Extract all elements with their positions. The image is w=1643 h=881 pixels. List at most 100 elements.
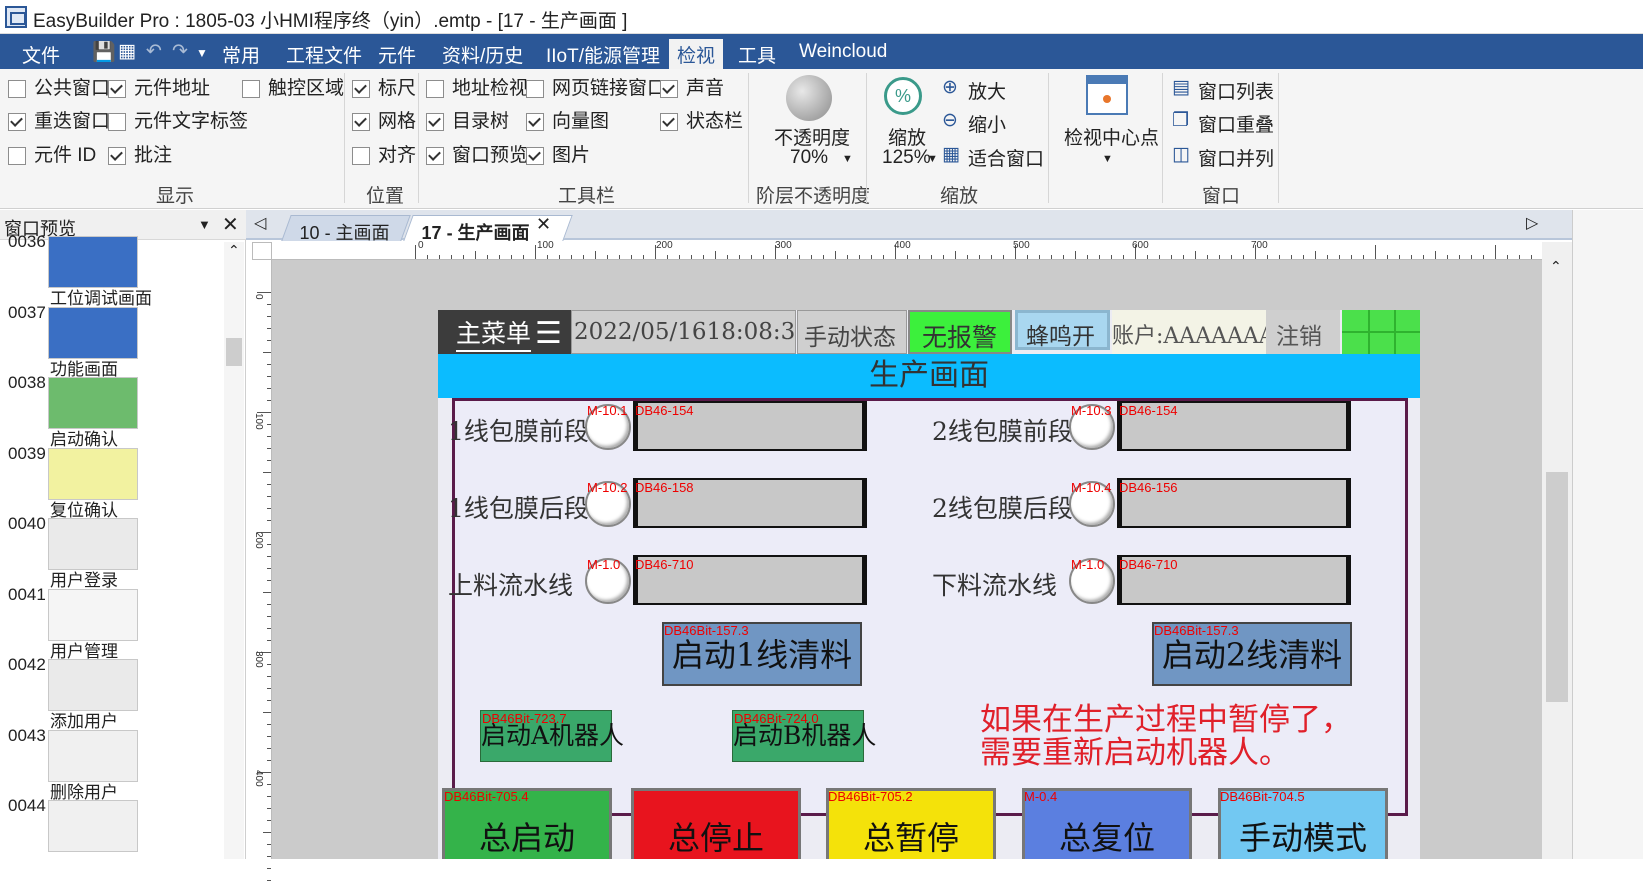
- window-cascade-icon[interactable]: ❐: [1172, 109, 1189, 132]
- preview-item[interactable]: 0044: [0, 794, 220, 868]
- save-icon[interactable]: 💾: [92, 40, 116, 64]
- check-touch-area[interactable]: 触控区域: [242, 77, 344, 103]
- preview-thumbnail[interactable]: [48, 518, 138, 570]
- zoom-out-button[interactable]: 缩小: [968, 110, 1006, 137]
- preview-thumbnail[interactable]: [48, 729, 138, 782]
- tab-scroll-right-icon[interactable]: ▷: [1526, 213, 1538, 233]
- preview-item[interactable]: 0038 启动确认: [0, 371, 220, 449]
- preview-thumbnail[interactable]: [48, 800, 138, 852]
- check-comment[interactable]: 批注: [108, 144, 172, 170]
- quick-access-dropdown-icon[interactable]: ▼: [196, 46, 208, 60]
- menu-view[interactable]: 检视: [669, 39, 724, 69]
- zoom-dropdown-icon[interactable]: ▼: [927, 153, 938, 165]
- window-tile-icon[interactable]: ◫: [1172, 143, 1190, 166]
- preview-thumbnail[interactable]: [48, 377, 138, 429]
- line-name: 2线包膜后段: [932, 494, 1073, 523]
- lamp-address-tag: M-1.0: [1071, 557, 1105, 572]
- canvas-vertical-scrollbar[interactable]: ⌃: [1542, 242, 1572, 859]
- scroll-thumb[interactable]: [1546, 472, 1568, 702]
- check-object-text-label[interactable]: 元件文字标签: [108, 110, 248, 136]
- zoom-out-icon[interactable]: ⊖: [942, 109, 958, 132]
- check-address-view[interactable]: 地址检视: [426, 77, 528, 103]
- scroll-up-icon[interactable]: ⌃: [1550, 258, 1562, 275]
- opacity-value[interactable]: 70%: [790, 147, 828, 169]
- window-cascade-button[interactable]: 窗口重叠: [1198, 110, 1274, 137]
- check-web-link-window[interactable]: 网页链接窗口: [526, 77, 666, 103]
- zoom-value[interactable]: 125%: [882, 147, 931, 169]
- check-directory-tree[interactable]: 目录树: [426, 110, 509, 136]
- menu-object[interactable]: 元件: [370, 39, 424, 67]
- check-common-window[interactable]: 公共窗口: [8, 77, 110, 103]
- menu-data-history[interactable]: 资料/历史: [434, 39, 531, 67]
- redo-icon[interactable]: ↷: [172, 40, 188, 63]
- window-list-button[interactable]: 窗口列表: [1198, 77, 1274, 104]
- preview-item[interactable]: 0037 功能画面: [0, 301, 220, 379]
- preview-thumbnail[interactable]: [48, 447, 138, 500]
- preview-item[interactable]: 0042 添加用户: [0, 653, 220, 731]
- restart-notice: 如果在生产过程中暂停了， 需要重新启动机器人。: [980, 704, 1352, 770]
- check-status-bar[interactable]: 状态栏: [660, 110, 743, 136]
- preview-thumbnail[interactable]: [48, 659, 138, 711]
- group-label-zoom: 缩放: [940, 186, 979, 207]
- zoom-in-button[interactable]: 放大: [968, 77, 1006, 104]
- preview-item[interactable]: 0040 用户登录: [0, 512, 220, 590]
- menu-iiot[interactable]: IIoT/能源管理: [538, 39, 668, 67]
- menu-common[interactable]: 常用: [214, 39, 268, 67]
- menu-project-file[interactable]: 工程文件: [278, 39, 370, 67]
- alarm-status-text: 无报警: [922, 323, 998, 352]
- menu-file[interactable]: 文件: [14, 39, 68, 67]
- fit-window-icon[interactable]: ▦: [942, 143, 960, 166]
- ruler-label: 700: [1251, 240, 1268, 251]
- preview-item-number: 0040: [8, 514, 46, 533]
- preview-item[interactable]: 0039 复位确认: [0, 442, 220, 520]
- fit-window-button[interactable]: 适合窗口: [968, 144, 1044, 171]
- check-overlap-window[interactable]: 重迭窗口: [8, 110, 110, 136]
- robot-b-address-tag: DB46Bit-724.0: [734, 711, 819, 726]
- robot-a-address-tag: DB46Bit-723.7: [482, 711, 567, 726]
- opacity-dropdown-icon[interactable]: ▼: [842, 153, 853, 165]
- tab-main-screen[interactable]: 10 - 主画面: [281, 215, 411, 243]
- undo-icon[interactable]: ↶: [146, 40, 162, 63]
- zoom-icon[interactable]: %: [884, 77, 922, 115]
- preview-item[interactable]: 0036 工位调试画面: [0, 230, 220, 308]
- menu-weincloud[interactable]: Weincloud: [791, 39, 895, 67]
- check-vector-graphics[interactable]: 向量图: [526, 110, 609, 136]
- check-window-preview[interactable]: 窗口预览: [426, 144, 528, 170]
- ruler-label: 0: [253, 294, 264, 300]
- check-sound[interactable]: 声音: [660, 77, 724, 103]
- check-object-address[interactable]: 元件地址: [108, 77, 210, 103]
- zoom-in-icon[interactable]: ⊕: [942, 76, 958, 99]
- scroll-up-icon[interactable]: ⌃: [228, 242, 240, 259]
- check-ruler[interactable]: 标尺: [352, 77, 416, 103]
- buzzer-button[interactable]: 蜂鸣开: [1015, 310, 1110, 350]
- preview-item[interactable]: 0043 删除用户: [0, 724, 220, 802]
- ruler-label: 600: [1132, 240, 1149, 251]
- screen-title: 生产画面: [438, 354, 1420, 398]
- check-align[interactable]: 对齐: [352, 144, 416, 170]
- tab-scroll-left-icon[interactable]: ◁: [254, 213, 266, 233]
- view-center-icon[interactable]: [1086, 75, 1128, 115]
- view-center-label[interactable]: 检视中心点: [1064, 123, 1159, 150]
- opacity-label: 不透明度: [774, 128, 851, 149]
- preview-item[interactable]: 0041 用户管理: [0, 583, 220, 661]
- preview-scrollbar[interactable]: ⌃: [224, 242, 244, 859]
- master-stop-button[interactable]: 总停止: [631, 788, 801, 859]
- preview-thumbnail[interactable]: [48, 306, 138, 359]
- check-object-id[interactable]: 元件 ID: [8, 144, 96, 170]
- check-grid[interactable]: 网格: [352, 110, 416, 136]
- window-list-icon[interactable]: ▤: [1172, 76, 1190, 99]
- scroll-thumb[interactable]: [226, 338, 242, 366]
- tab-close-icon[interactable]: ✕: [536, 214, 551, 235]
- pane-close-icon[interactable]: ✕: [222, 212, 239, 237]
- preview-thumbnail[interactable]: [48, 588, 138, 641]
- clear2-address-tag: DB46Bit-157.3: [1154, 623, 1239, 638]
- opacity-icon[interactable]: [786, 75, 832, 121]
- logout-button[interactable]: 注销: [1266, 310, 1340, 354]
- preview-thumbnail[interactable]: [48, 236, 138, 288]
- main-menu-button[interactable]: 主菜单 ☰: [438, 310, 571, 354]
- window-tile-button[interactable]: 窗口并列: [1198, 144, 1274, 171]
- menu-tools[interactable]: 工具: [730, 39, 784, 67]
- check-picture[interactable]: 图片: [526, 144, 590, 170]
- save-all-icon[interactable]: ▦: [118, 40, 136, 63]
- view-center-dropdown-icon[interactable]: ▼: [1102, 153, 1113, 165]
